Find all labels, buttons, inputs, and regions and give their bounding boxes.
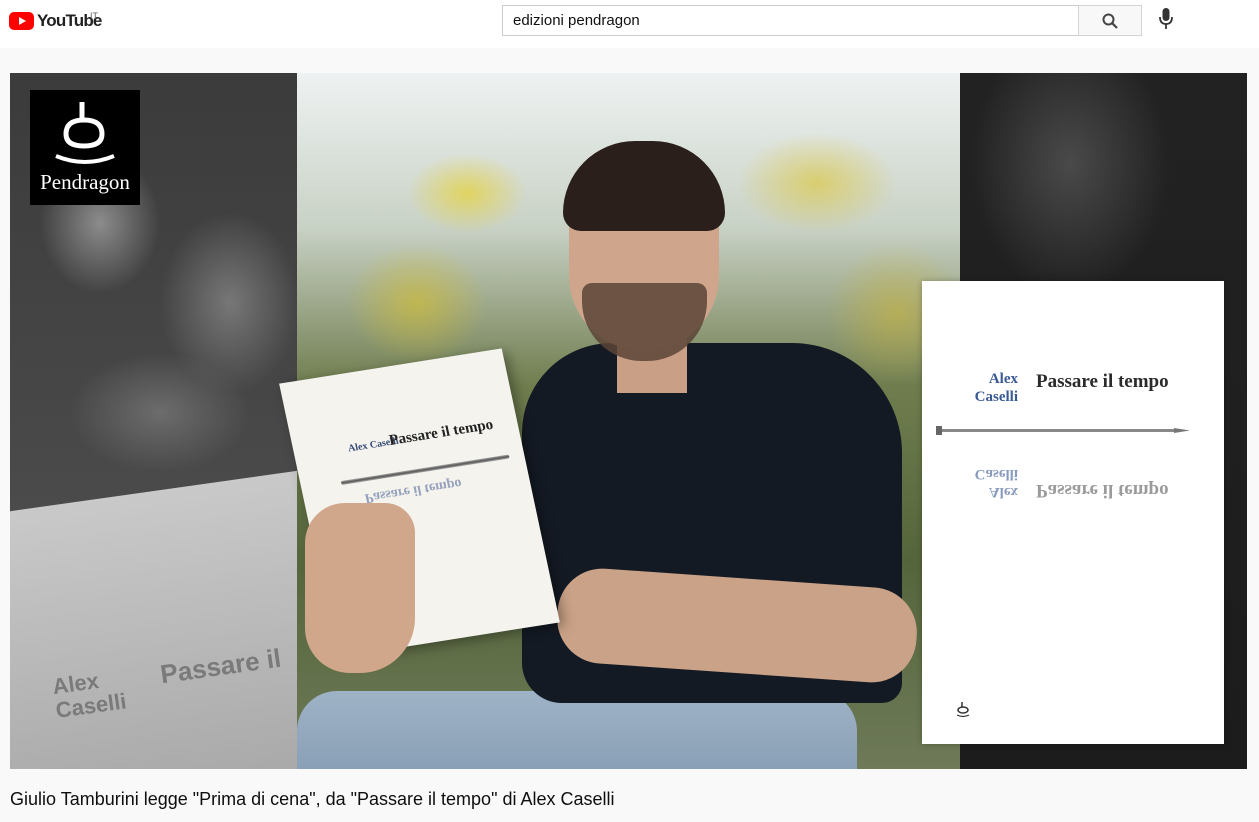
cover-author-first: Alex bbox=[988, 371, 1018, 387]
search-bar bbox=[502, 5, 1142, 36]
microphone-icon bbox=[1159, 8, 1173, 29]
reader-hair bbox=[563, 141, 725, 231]
search-input[interactable] bbox=[502, 5, 1078, 36]
cover-title-reflection: Passare il tempo bbox=[1036, 480, 1169, 501]
search-button[interactable] bbox=[1078, 5, 1142, 36]
video-frame-reader: Alex Caselli Passare il tempo Passare il… bbox=[279, 73, 960, 769]
cover-publisher-icon bbox=[956, 702, 970, 718]
country-code: IT bbox=[90, 11, 98, 21]
youtube-logo[interactable]: YouTube bbox=[9, 9, 102, 33]
play-logo-icon bbox=[9, 12, 34, 30]
held-book-title: Passare il tempo bbox=[387, 416, 495, 449]
cover-title: Passare il tempo bbox=[1036, 371, 1169, 392]
nail-illustration bbox=[936, 426, 1190, 435]
video-title: Giulio Tamburini legge "Prima di cena", … bbox=[10, 789, 615, 809]
cover-author-reflection: Alex Caselli bbox=[974, 466, 1018, 500]
voice-search-button[interactable] bbox=[1156, 8, 1176, 32]
cover-author: Alex Caselli bbox=[942, 370, 1018, 406]
cover-author-last: Caselli bbox=[974, 389, 1018, 405]
pendragon-logo: Pendragon bbox=[30, 90, 140, 205]
top-bar: YouTube IT bbox=[0, 0, 1259, 48]
book-cover: Alex Caselli Passare il tempo Alex Casel… bbox=[922, 281, 1224, 744]
search-icon bbox=[1102, 13, 1118, 29]
pendragon-emblem-icon bbox=[55, 102, 115, 164]
blurred-book-author: Alex Caselli bbox=[50, 667, 128, 723]
publisher-name: Pendragon bbox=[40, 170, 130, 194]
video-player[interactable]: Passare il Alex Caselli Alex Caselli Pas… bbox=[10, 73, 1247, 769]
reader-hand bbox=[305, 503, 415, 673]
